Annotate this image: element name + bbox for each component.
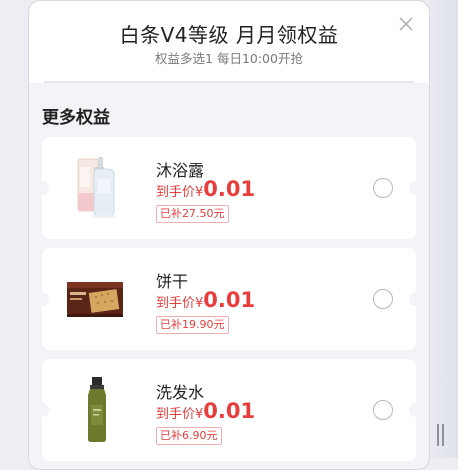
item-price: 到手价¥0.01 (156, 399, 255, 423)
biscuit-box-icon (67, 282, 123, 317)
body-wash-bottle-icon (77, 157, 116, 218)
select-radio[interactable] (373, 289, 393, 309)
select-radio[interactable] (373, 400, 393, 420)
close-icon[interactable] (397, 15, 415, 33)
modal-subtitle: 权益多选1 每日10:00开抢 (155, 51, 303, 66)
subsidy-badge: 已补19.90元 (156, 316, 229, 334)
scroll-handle[interactable] (437, 424, 444, 446)
item-price: 到手价¥0.01 (156, 288, 255, 312)
benefit-card-biscuit[interactable]: 饼干 到手价¥0.01 已补19.90元 (35, 248, 423, 350)
price-label: 到手价 (156, 185, 196, 200)
price-label: 到手价 (156, 407, 196, 422)
price-value: 0.01 (203, 399, 256, 423)
subsidy-badge: 已补6.90元 (156, 427, 222, 445)
price-value: 0.01 (203, 288, 256, 312)
benefits-modal: 白条V4等级 月月领权益 权益多选1 每日10:00开抢 更多权益 沐浴露 到手… (28, 0, 430, 470)
shampoo-bottle-icon (88, 377, 106, 442)
modal-header: 白条V4等级 月月领权益 权益多选1 每日10:00开抢 (29, 1, 429, 83)
page-background-edge (430, 0, 458, 458)
price-label: 到手价 (156, 296, 196, 311)
benefit-card-body-wash[interactable]: 沐浴露 到手价¥0.01 已补27.50元 (35, 137, 423, 239)
benefit-card-shampoo[interactable]: 洗发水 到手价¥0.01 已补6.90元 (35, 359, 423, 461)
subsidy-badge: 已补27.50元 (156, 205, 229, 223)
section-title: 更多权益 (42, 108, 110, 128)
item-price: 到手价¥0.01 (156, 177, 255, 201)
select-radio[interactable] (373, 178, 393, 198)
price-value: 0.01 (203, 177, 256, 201)
modal-title: 白条V4等级 月月领权益 (119, 23, 339, 47)
header-divider (44, 81, 414, 83)
